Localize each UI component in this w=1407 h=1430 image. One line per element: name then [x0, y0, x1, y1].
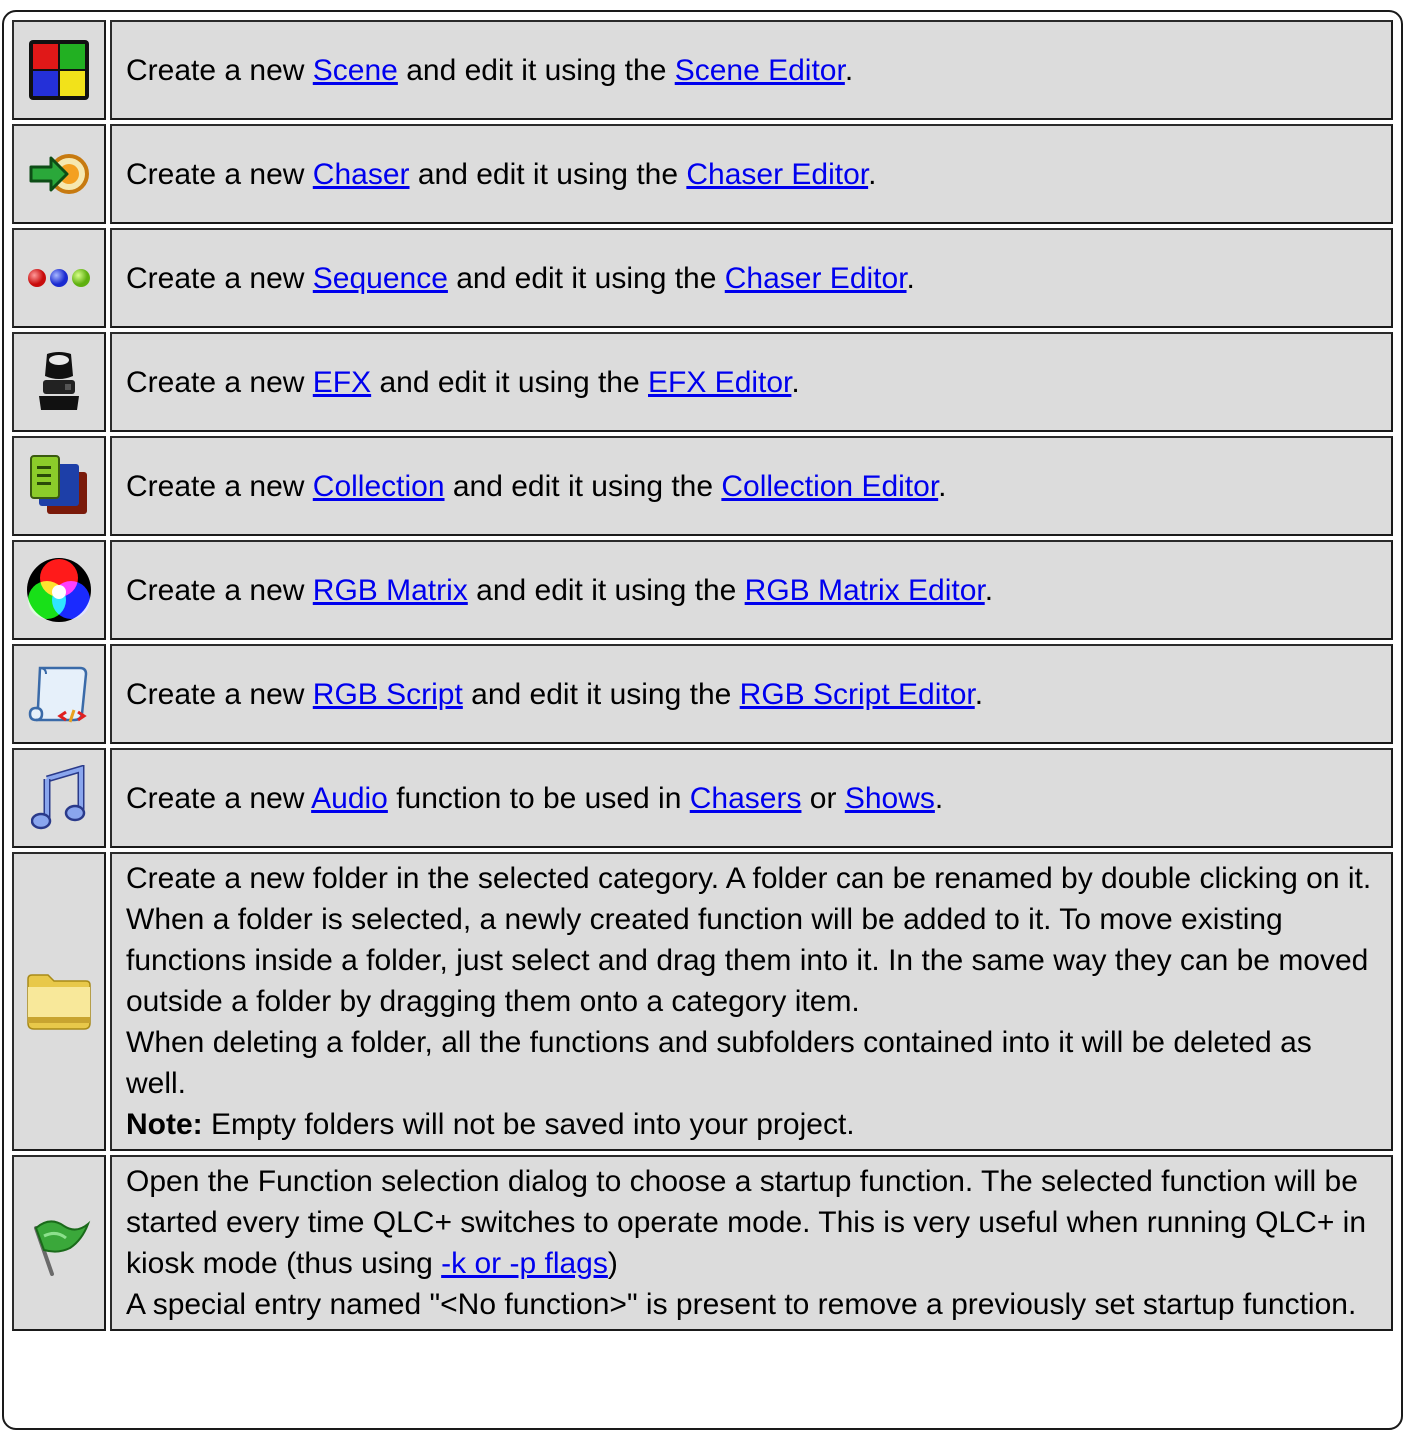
chaser-icon: [29, 154, 89, 194]
table-row: Create a new folder in the selected cate…: [12, 852, 1393, 1151]
note-label: Note:: [126, 1108, 203, 1141]
table-row: Create a new Scene and edit it using the…: [12, 20, 1393, 120]
help-table-frame: Create a new Scene and edit it using the…: [2, 10, 1403, 1430]
rgb-script-editor-link[interactable]: RGB Script Editor: [740, 678, 975, 711]
sequence-chaser-editor-link[interactable]: Chaser Editor: [725, 262, 907, 295]
rgb-matrix-link[interactable]: RGB Matrix: [313, 574, 468, 607]
startup-paragraph-2: A special entry named "<No function>" is…: [126, 1288, 1357, 1321]
rgb-script-link[interactable]: RGB Script: [313, 678, 463, 711]
collection-editor-link[interactable]: Collection Editor: [721, 470, 938, 503]
table-row: Create a new EFX and edit it using the E…: [12, 332, 1393, 432]
folder-paragraph-3: When deleting a folder, all the function…: [126, 1026, 1312, 1100]
table-row: Open the Function selection dialog to ch…: [12, 1155, 1393, 1331]
rgb-matrix-editor-link[interactable]: RGB Matrix Editor: [745, 574, 985, 607]
efx-icon: [39, 352, 79, 410]
efx-link[interactable]: EFX: [313, 366, 371, 399]
scene-icon: [29, 40, 89, 100]
shows-link[interactable]: Shows: [845, 782, 935, 815]
table-row: Create a new RGB Script and edit it usin…: [12, 644, 1393, 744]
folder-note: Note: Empty folders will not be saved in…: [126, 1108, 855, 1141]
kiosk-flags-link[interactable]: -k or -p flags: [441, 1247, 608, 1280]
startup-function-description: Open the Function selection dialog to ch…: [110, 1155, 1393, 1331]
folder-icon: [27, 973, 91, 1030]
sequence-icon: [28, 269, 90, 287]
chaser-description: Create a new Chaser and edit it using th…: [110, 124, 1393, 224]
folder-paragraph-1: Create a new folder in the selected cate…: [126, 862, 1372, 895]
chaser-editor-link[interactable]: Chaser Editor: [686, 158, 868, 191]
audio-icon: [31, 765, 86, 830]
scene-editor-link[interactable]: Scene Editor: [675, 54, 845, 87]
function-toolbar-help-table: Create a new Scene and edit it using the…: [8, 16, 1397, 1335]
rgb-script-description: Create a new RGB Script and edit it usin…: [110, 644, 1393, 744]
collection-description: Create a new Collection and edit it usin…: [110, 436, 1393, 536]
sequence-link[interactable]: Sequence: [313, 262, 448, 295]
sequence-description: Create a new Sequence and edit it using …: [110, 228, 1393, 328]
table-row: Create a new Audio function to be used i…: [12, 748, 1393, 848]
table-row: Create a new RGB Matrix and edit it usin…: [12, 540, 1393, 640]
efx-editor-link[interactable]: EFX Editor: [648, 366, 791, 399]
table-row: Create a new Chaser and edit it using th…: [12, 124, 1393, 224]
chaser-link[interactable]: Chaser: [313, 158, 410, 191]
folder-description: Create a new folder in the selected cate…: [110, 852, 1393, 1151]
rgb-matrix-description: Create a new RGB Matrix and edit it usin…: [110, 540, 1393, 640]
audio-description: Create a new Audio function to be used i…: [110, 748, 1393, 848]
scene-description: Create a new Scene and edit it using the…: [110, 20, 1393, 120]
startup-paragraph-1: Open the Function selection dialog to ch…: [126, 1165, 1367, 1280]
collection-link[interactable]: Collection: [313, 470, 445, 503]
rgb-script-icon: [28, 666, 88, 723]
table-row: Create a new Collection and edit it usin…: [12, 436, 1393, 536]
flag-icon: [34, 1220, 91, 1276]
table-row: Create a new Sequence and edit it using …: [12, 228, 1393, 328]
chasers-link[interactable]: Chasers: [690, 782, 802, 815]
collection-icon: [30, 455, 87, 514]
folder-paragraph-2: When a folder is selected, a newly creat…: [126, 903, 1369, 1018]
audio-link[interactable]: Audio: [311, 782, 388, 815]
scene-link[interactable]: Scene: [313, 54, 398, 87]
efx-description: Create a new EFX and edit it using the E…: [110, 332, 1393, 432]
rgb-matrix-icon: [27, 558, 91, 622]
